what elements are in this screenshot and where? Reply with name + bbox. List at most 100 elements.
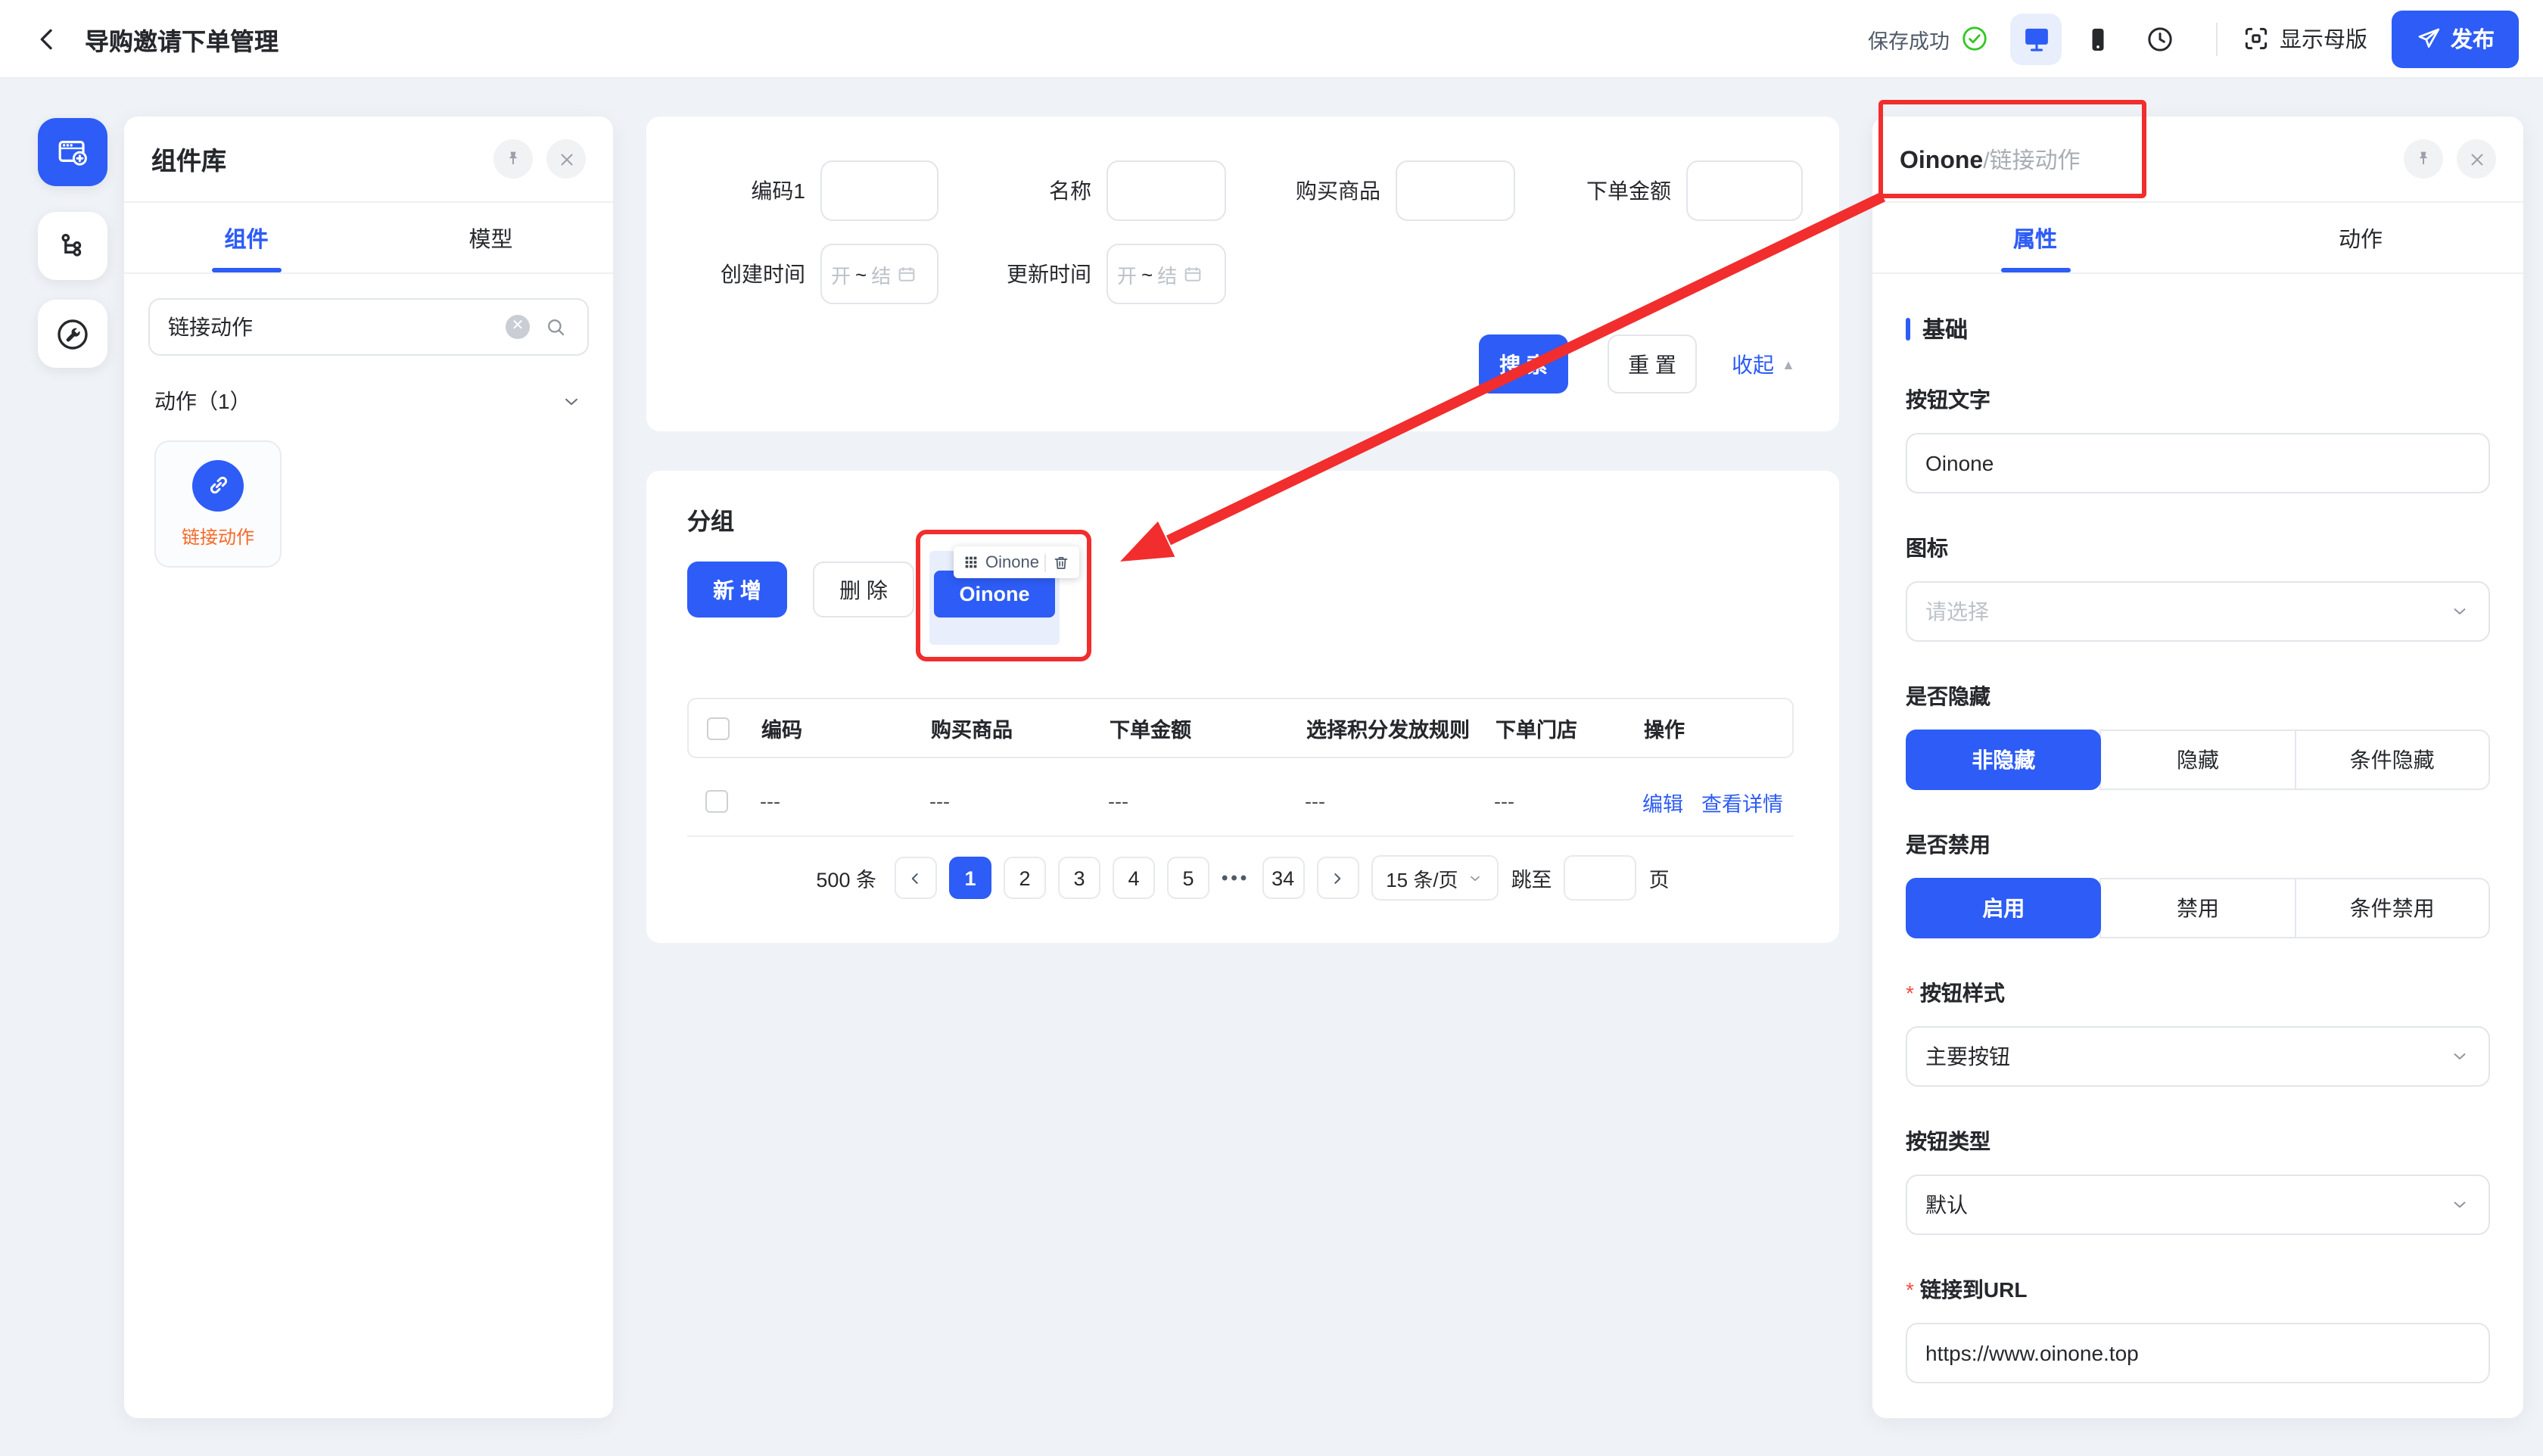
inspector-close-button[interactable] (2457, 139, 2496, 179)
component-card-link-action[interactable]: 链接动作 (154, 440, 282, 568)
inspector-pin-button[interactable] (2404, 139, 2443, 179)
amount-input[interactable] (1686, 160, 1803, 221)
chevron-down-icon (2449, 601, 2470, 622)
disable-option-disabled[interactable]: 禁用 (2100, 878, 2296, 938)
section-basic: 基础 (1906, 313, 2490, 345)
row-checkbox[interactable] (705, 790, 727, 813)
publish-button[interactable]: 发布 (2392, 10, 2519, 67)
device-preview-group (2010, 13, 2186, 64)
tab-models[interactable]: 模型 (369, 203, 613, 272)
page-button-1[interactable]: 1 (949, 857, 991, 899)
tab-properties[interactable]: 属性 (1872, 203, 2198, 272)
page-unit-label: 页 (1649, 863, 1670, 893)
code-input[interactable] (820, 160, 938, 221)
clear-icon[interactable]: ✕ (506, 315, 530, 339)
view-details-link[interactable]: 查看详情 (1701, 786, 1783, 817)
group-title: 分组 (687, 504, 734, 537)
action-group-header[interactable]: 动作（1） (154, 386, 583, 416)
column-header: 操作 (1629, 713, 1792, 743)
name-input[interactable] (1107, 160, 1226, 221)
button-type-label: 按钮类型 (1906, 1126, 2490, 1156)
update-time-range-picker[interactable]: 开 ~ 结 (1107, 244, 1226, 304)
rail-component-library-button[interactable] (38, 118, 107, 186)
monitor-icon (2020, 23, 2052, 54)
edit-link[interactable]: 编辑 (1642, 786, 1683, 817)
frame-icon (2242, 24, 2271, 53)
filter-field-product: 购买商品 (1396, 160, 1515, 221)
library-search-input[interactable] (168, 315, 492, 339)
trash-icon[interactable] (1053, 553, 1071, 571)
next-page-button[interactable] (1316, 857, 1359, 899)
back-button[interactable] (24, 16, 70, 61)
button-text-field (1906, 433, 2490, 493)
button-type-select[interactable]: 默认 (1906, 1174, 2490, 1235)
page-button-4[interactable]: 4 (1113, 857, 1155, 899)
page-button-2[interactable]: 2 (1004, 857, 1046, 899)
cell-actions: 编辑 查看详情 (1627, 786, 1794, 817)
button-style-value: 主要按钮 (1925, 1041, 2010, 1072)
rail-settings-button[interactable] (38, 300, 107, 368)
caret-up-icon: ▲ (1782, 357, 1795, 372)
page-button-34[interactable]: 34 (1262, 857, 1304, 899)
page-size-select[interactable]: 15 条/页 (1371, 855, 1499, 901)
group-table-card: 分组 新 增 删 除 Oinone Oinone 编码 购买商品 下单金额 选择… (646, 471, 1839, 943)
history-button[interactable] (2134, 13, 2186, 64)
icon-select-placeholder: 请选择 (1925, 596, 1989, 627)
component-breadcrumb: Oinone /链接动作 (1900, 143, 2081, 175)
create-time-range-picker[interactable]: 开 ~ 结 (820, 244, 938, 304)
date-tilde: ~ (855, 263, 867, 285)
header-checkbox[interactable] (706, 717, 729, 739)
button-style-select[interactable]: 主要按钮 (1906, 1026, 2490, 1087)
drag-grid-icon[interactable] (963, 554, 979, 571)
url-input[interactable] (1925, 1341, 2470, 1365)
component-name: Oinone (1900, 148, 1983, 175)
button-text-input[interactable] (1925, 451, 2470, 475)
library-tabs: 组件 模型 (124, 203, 613, 274)
reset-button[interactable]: 重 置 (1608, 334, 1697, 394)
product-input[interactable] (1396, 160, 1515, 221)
button-text-label: 按钮文字 (1906, 384, 2490, 415)
hide-option-visible[interactable]: 非隐藏 (1906, 730, 2102, 790)
component-type: /链接动作 (1983, 143, 2080, 175)
search-icon[interactable] (543, 314, 569, 340)
show-master-button[interactable]: 显示母版 (2242, 23, 2367, 54)
icon-select[interactable]: 请选择 (1906, 581, 2490, 642)
prev-page-button[interactable] (895, 857, 937, 899)
filter-field-name: 名称 (1107, 160, 1226, 221)
rail-outline-tree-button[interactable] (38, 212, 107, 280)
delete-button[interactable]: 删 除 (813, 562, 914, 618)
calendar-icon (895, 263, 917, 285)
hide-option-conditional[interactable]: 条件隐藏 (2294, 730, 2490, 790)
disable-option-conditional[interactable]: 条件禁用 (2294, 878, 2490, 938)
add-button[interactable]: 新 增 (687, 562, 787, 618)
jump-page-input[interactable] (1564, 855, 1637, 901)
pin-icon (2413, 148, 2434, 170)
tab-actions[interactable]: 动作 (2198, 203, 2523, 272)
page-button-3[interactable]: 3 (1058, 857, 1100, 899)
mobile-preview-button[interactable] (2072, 13, 2124, 64)
wrench-icon (54, 316, 91, 352)
hide-option-hidden[interactable]: 隐藏 (2100, 730, 2296, 790)
page-ellipsis[interactable]: ••• (1222, 867, 1250, 888)
cell-product: --- (914, 790, 1093, 813)
library-header: 组件库 (124, 117, 613, 203)
collapse-label: 收起 (1732, 350, 1774, 380)
desktop-preview-button[interactable] (2010, 13, 2062, 64)
page-button-5[interactable]: 5 (1167, 857, 1209, 899)
collapse-link[interactable]: 收起 ▲ (1732, 350, 1795, 380)
disable-label: 是否禁用 (1906, 829, 2490, 860)
library-title: 组件库 (151, 141, 226, 177)
toolbar-component-name: Oinone (985, 553, 1039, 571)
date-end-placeholder: 结 (871, 260, 891, 288)
chevron-down-icon (2449, 1046, 2470, 1067)
total-count: 500 条 (816, 863, 876, 893)
filter-field-amount: 下单金额 (1686, 160, 1803, 221)
table-header: 编码 购买商品 下单金额 选择积分发放规则 下单门店 操作 (687, 698, 1794, 758)
library-pin-button[interactable] (493, 139, 533, 179)
component-card-label: 链接动作 (182, 523, 254, 549)
search-button[interactable]: 搜 索 (1479, 334, 1568, 394)
tab-components[interactable]: 组件 (124, 203, 369, 272)
button-style-label: *按钮样式 (1906, 978, 2490, 1008)
library-close-button[interactable] (546, 139, 586, 179)
disable-option-enabled[interactable]: 启用 (1906, 878, 2102, 938)
